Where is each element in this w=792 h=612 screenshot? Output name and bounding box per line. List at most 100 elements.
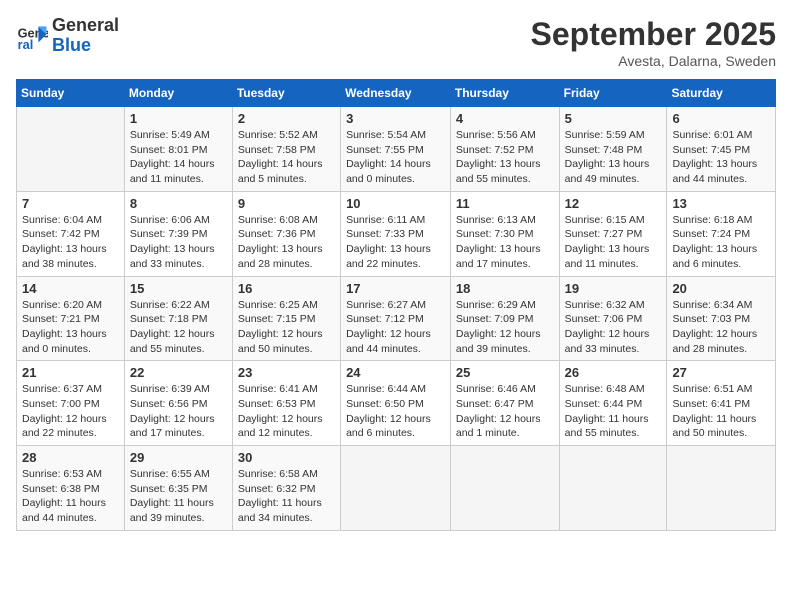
day-number: 3: [346, 111, 445, 126]
day-info: Sunrise: 5:56 AM Sunset: 7:52 PM Dayligh…: [456, 128, 554, 187]
day-number: 20: [672, 281, 770, 296]
day-number: 23: [238, 365, 335, 380]
calendar-cell: 13 Sunrise: 6:18 AM Sunset: 7:24 PM Dayli…: [667, 191, 776, 276]
calendar-cell: [17, 107, 125, 192]
calendar-week-3: 14 Sunrise: 6:20 AM Sunset: 7:21 PM Dayli…: [17, 276, 776, 361]
calendar-cell: 11 Sunrise: 6:13 AM Sunset: 7:30 PM Dayli…: [450, 191, 559, 276]
logo-text-line1: General: [52, 16, 119, 36]
day-info: Sunrise: 6:27 AM Sunset: 7:12 PM Dayligh…: [346, 298, 445, 357]
calendar-cell: 19 Sunrise: 6:32 AM Sunset: 7:06 PM Dayli…: [559, 276, 667, 361]
col-header-monday: Monday: [124, 80, 232, 107]
day-number: 15: [130, 281, 227, 296]
day-info: Sunrise: 6:53 AM Sunset: 6:38 PM Dayligh…: [22, 467, 119, 526]
calendar-cell: 5 Sunrise: 5:59 AM Sunset: 7:48 PM Daylig…: [559, 107, 667, 192]
day-number: 21: [22, 365, 119, 380]
day-info: Sunrise: 6:04 AM Sunset: 7:42 PM Dayligh…: [22, 213, 119, 272]
day-number: 2: [238, 111, 335, 126]
col-header-friday: Friday: [559, 80, 667, 107]
calendar-cell: 17 Sunrise: 6:27 AM Sunset: 7:12 PM Dayli…: [341, 276, 451, 361]
calendar-cell: 9Sunrise: 6:08 AM Sunset: 7:36 PM Daylig…: [232, 191, 340, 276]
col-header-wednesday: Wednesday: [341, 80, 451, 107]
day-info: Sunrise: 6:15 AM Sunset: 7:27 PM Dayligh…: [565, 213, 662, 272]
col-header-tuesday: Tuesday: [232, 80, 340, 107]
calendar-cell: 1 Sunrise: 5:49 AM Sunset: 8:01 PM Daylig…: [124, 107, 232, 192]
day-number: 13: [672, 196, 770, 211]
day-number: 5: [565, 111, 662, 126]
day-number: 11: [456, 196, 554, 211]
calendar-cell: [341, 446, 451, 531]
day-info: Sunrise: 6:25 AM Sunset: 7:15 PM Dayligh…: [238, 298, 335, 357]
day-info: Sunrise: 6:13 AM Sunset: 7:30 PM Dayligh…: [456, 213, 554, 272]
day-number: 28: [22, 450, 119, 465]
day-number: 16: [238, 281, 335, 296]
calendar-cell: 3 Sunrise: 5:54 AM Sunset: 7:55 PM Daylig…: [341, 107, 451, 192]
day-info: Sunrise: 6:44 AM Sunset: 6:50 PM Dayligh…: [346, 382, 445, 441]
logo-icon: Gene ral: [16, 20, 48, 52]
day-info: Sunrise: 6:32 AM Sunset: 7:06 PM Dayligh…: [565, 298, 662, 357]
calendar-week-5: 28 Sunrise: 6:53 AM Sunset: 6:38 PM Dayli…: [17, 446, 776, 531]
calendar-cell: 25Sunrise: 6:46 AM Sunset: 6:47 PM Dayli…: [450, 361, 559, 446]
day-number: 1: [130, 111, 227, 126]
calendar-cell: 4 Sunrise: 5:56 AM Sunset: 7:52 PM Daylig…: [450, 107, 559, 192]
day-number: 8: [130, 196, 227, 211]
calendar-cell: 10Sunrise: 6:11 AM Sunset: 7:33 PM Dayli…: [341, 191, 451, 276]
calendar-cell: 22 Sunrise: 6:39 AM Sunset: 6:56 PM Dayli…: [124, 361, 232, 446]
calendar-cell: [559, 446, 667, 531]
day-number: 19: [565, 281, 662, 296]
day-info: Sunrise: 6:58 AM Sunset: 6:32 PM Dayligh…: [238, 467, 335, 526]
day-number: 29: [130, 450, 227, 465]
day-number: 10: [346, 196, 445, 211]
calendar-cell: 20 Sunrise: 6:34 AM Sunset: 7:03 PM Dayli…: [667, 276, 776, 361]
col-header-thursday: Thursday: [450, 80, 559, 107]
calendar-cell: 2 Sunrise: 5:52 AM Sunset: 7:58 PM Daylig…: [232, 107, 340, 192]
day-info: Sunrise: 5:54 AM Sunset: 7:55 PM Dayligh…: [346, 128, 445, 187]
day-number: 22: [130, 365, 227, 380]
day-number: 14: [22, 281, 119, 296]
day-info: Sunrise: 5:59 AM Sunset: 7:48 PM Dayligh…: [565, 128, 662, 187]
day-info: Sunrise: 6:29 AM Sunset: 7:09 PM Dayligh…: [456, 298, 554, 357]
calendar-cell: 18Sunrise: 6:29 AM Sunset: 7:09 PM Dayli…: [450, 276, 559, 361]
day-info: Sunrise: 5:49 AM Sunset: 8:01 PM Dayligh…: [130, 128, 227, 187]
day-info: Sunrise: 6:48 AM Sunset: 6:44 PM Dayligh…: [565, 382, 662, 441]
calendar-cell: 28 Sunrise: 6:53 AM Sunset: 6:38 PM Dayli…: [17, 446, 125, 531]
day-info: Sunrise: 6:46 AM Sunset: 6:47 PM Dayligh…: [456, 382, 554, 441]
calendar-cell: 23 Sunrise: 6:41 AM Sunset: 6:53 PM Dayli…: [232, 361, 340, 446]
calendar-week-1: 1 Sunrise: 5:49 AM Sunset: 8:01 PM Daylig…: [17, 107, 776, 192]
calendar-cell: 29 Sunrise: 6:55 AM Sunset: 6:35 PM Dayli…: [124, 446, 232, 531]
day-number: 7: [22, 196, 119, 211]
calendar-cell: 7 Sunrise: 6:04 AM Sunset: 7:42 PM Daylig…: [17, 191, 125, 276]
calendar-header-row: SundayMondayTuesdayWednesdayThursdayFrid…: [17, 80, 776, 107]
col-header-sunday: Sunday: [17, 80, 125, 107]
day-info: Sunrise: 6:37 AM Sunset: 7:00 PM Dayligh…: [22, 382, 119, 441]
day-info: Sunrise: 6:41 AM Sunset: 6:53 PM Dayligh…: [238, 382, 335, 441]
calendar-cell: 27 Sunrise: 6:51 AM Sunset: 6:41 PM Dayli…: [667, 361, 776, 446]
calendar-week-2: 7 Sunrise: 6:04 AM Sunset: 7:42 PM Daylig…: [17, 191, 776, 276]
calendar-cell: 16 Sunrise: 6:25 AM Sunset: 7:15 PM Dayli…: [232, 276, 340, 361]
day-info: Sunrise: 6:39 AM Sunset: 6:56 PM Dayligh…: [130, 382, 227, 441]
calendar-cell: [450, 446, 559, 531]
day-info: Sunrise: 6:55 AM Sunset: 6:35 PM Dayligh…: [130, 467, 227, 526]
day-number: 17: [346, 281, 445, 296]
svg-text:ral: ral: [18, 37, 34, 52]
calendar-cell: 14 Sunrise: 6:20 AM Sunset: 7:21 PM Dayli…: [17, 276, 125, 361]
day-info: Sunrise: 6:18 AM Sunset: 7:24 PM Dayligh…: [672, 213, 770, 272]
page-header: Gene ral General Blue September 2025 Ave…: [16, 16, 776, 69]
day-info: Sunrise: 5:52 AM Sunset: 7:58 PM Dayligh…: [238, 128, 335, 187]
day-info: Sunrise: 6:22 AM Sunset: 7:18 PM Dayligh…: [130, 298, 227, 357]
day-info: Sunrise: 6:51 AM Sunset: 6:41 PM Dayligh…: [672, 382, 770, 441]
day-info: Sunrise: 6:08 AM Sunset: 7:36 PM Dayligh…: [238, 213, 335, 272]
day-info: Sunrise: 6:06 AM Sunset: 7:39 PM Dayligh…: [130, 213, 227, 272]
calendar-week-4: 21 Sunrise: 6:37 AM Sunset: 7:00 PM Dayli…: [17, 361, 776, 446]
day-number: 27: [672, 365, 770, 380]
location-subtitle: Avesta, Dalarna, Sweden: [531, 53, 776, 69]
calendar-cell: 24Sunrise: 6:44 AM Sunset: 6:50 PM Dayli…: [341, 361, 451, 446]
calendar-cell: [667, 446, 776, 531]
calendar-cell: 15 Sunrise: 6:22 AM Sunset: 7:18 PM Dayli…: [124, 276, 232, 361]
day-info: Sunrise: 6:01 AM Sunset: 7:45 PM Dayligh…: [672, 128, 770, 187]
logo: Gene ral General Blue: [16, 16, 119, 56]
day-info: Sunrise: 6:20 AM Sunset: 7:21 PM Dayligh…: [22, 298, 119, 357]
day-number: 4: [456, 111, 554, 126]
day-number: 26: [565, 365, 662, 380]
calendar-cell: 26 Sunrise: 6:48 AM Sunset: 6:44 PM Dayli…: [559, 361, 667, 446]
day-info: Sunrise: 6:34 AM Sunset: 7:03 PM Dayligh…: [672, 298, 770, 357]
